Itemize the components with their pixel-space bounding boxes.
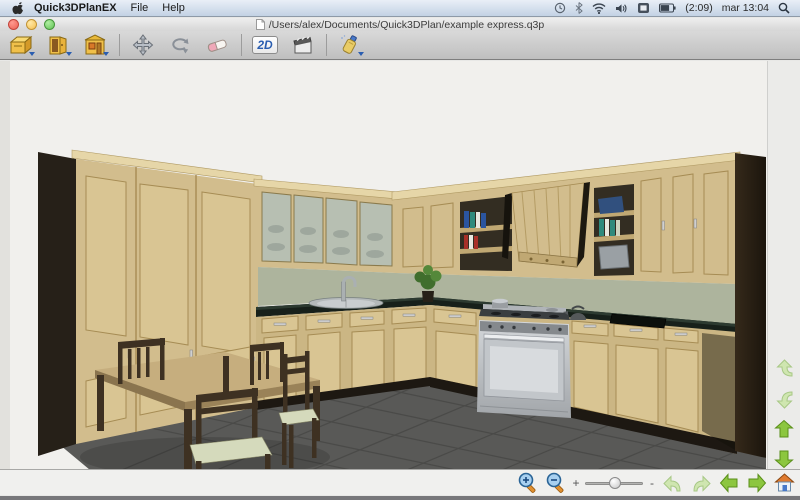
app-window: Quick3DPlanEX File Help [0,0,800,500]
curved-arrow-right-icon [690,472,712,494]
arrow-left-icon [718,472,740,494]
eraser-icon [204,33,230,57]
zoom-in-button[interactable] [516,471,539,494]
toolbar-separator [326,34,327,56]
window-bottom-edge [0,496,800,500]
arrow-down-icon [773,448,795,470]
add-cabinet-tool[interactable] [6,32,36,58]
render-movie-tool[interactable] [287,32,317,58]
rotate-left-button[interactable] [661,471,684,494]
toolbar-separator [241,34,242,56]
input-menu-icon[interactable] [637,2,650,14]
add-room-element-tool[interactable] [80,32,110,58]
app-menu-title[interactable]: Quick3DPlanEX [34,2,117,14]
pan-right-button[interactable] [745,471,768,494]
zoom-plus-label[interactable]: + [572,476,580,490]
window-title-bar[interactable]: /Users/alex/Documents/Quick3DPlan/exampl… [0,18,800,31]
view-2d-button[interactable]: 2D [250,32,280,58]
apple-menu[interactable] [12,2,24,15]
pan-left-button[interactable] [717,471,740,494]
spotlight-icon[interactable] [778,2,790,14]
tilt-up-button[interactable] [772,357,795,380]
window-title: /Users/alex/Documents/Quick3DPlan/exampl… [269,19,544,31]
battery-time-label: (2:09) [685,2,712,14]
bluetooth-icon[interactable] [575,2,583,14]
toolbar-separator [119,34,120,56]
menu-item-help[interactable]: Help [162,2,185,14]
zoom-minus-label[interactable]: - [648,476,656,490]
arrow-right-icon [746,472,768,494]
2d-label: 2D [252,36,278,54]
dropdown-arrow-icon [66,52,72,56]
bottom-control-bar: + - [0,469,800,495]
volume-icon[interactable] [615,3,628,14]
rotate-arrows-icon [168,33,192,57]
menu-bar: Quick3DPlanEX File Help [0,0,800,17]
pan-up-button[interactable] [772,417,795,440]
right-wall-panel [735,153,766,458]
document-icon [256,19,265,30]
zoom-out-button[interactable] [544,471,567,494]
home-icon [773,471,796,494]
toolbar: 2D [0,31,800,60]
wifi-icon[interactable] [592,3,606,14]
eraser-tool[interactable] [202,32,232,58]
magnifier-plus-icon [516,471,539,494]
magnifier-minus-icon [544,471,567,494]
clapperboard-icon [290,33,314,57]
time-machine-icon[interactable] [554,2,566,14]
upper-glass-cabinets [254,179,398,273]
curved-arrow-up-icon [773,358,795,380]
battery-icon[interactable] [659,3,676,13]
dropdown-arrow-icon [29,52,35,56]
zoom-slider[interactable] [585,476,643,490]
rotate-right-button[interactable] [689,471,712,494]
dropdown-arrow-icon [103,52,109,56]
apple-logo-icon [12,2,24,15]
zoom-slider-thumb[interactable] [609,477,621,489]
home-view-button[interactable] [773,471,796,494]
minimize-button[interactable] [26,19,37,30]
zoom-window-button[interactable] [44,19,55,30]
arrow-up-icon [773,418,795,440]
menu-item-file[interactable]: File [131,2,149,14]
rotate-tool[interactable] [165,32,195,58]
dropdown-arrow-icon [358,52,364,56]
kitchen-3d-render [0,61,800,469]
curved-arrow-left-icon [662,472,684,494]
menu-clock[interactable]: mar 13:04 [722,2,769,14]
tilt-controls [772,357,795,470]
move-arrows-icon [131,33,155,57]
tilt-down-button[interactable] [772,387,795,410]
move-tool[interactable] [128,32,158,58]
viewport-3d[interactable] [0,61,800,469]
pan-down-button[interactable] [772,447,795,470]
close-button[interactable] [8,19,19,30]
paint-material-tool[interactable] [335,32,365,58]
curved-arrow-down-icon [773,388,795,410]
add-tall-unit-tool[interactable] [43,32,73,58]
